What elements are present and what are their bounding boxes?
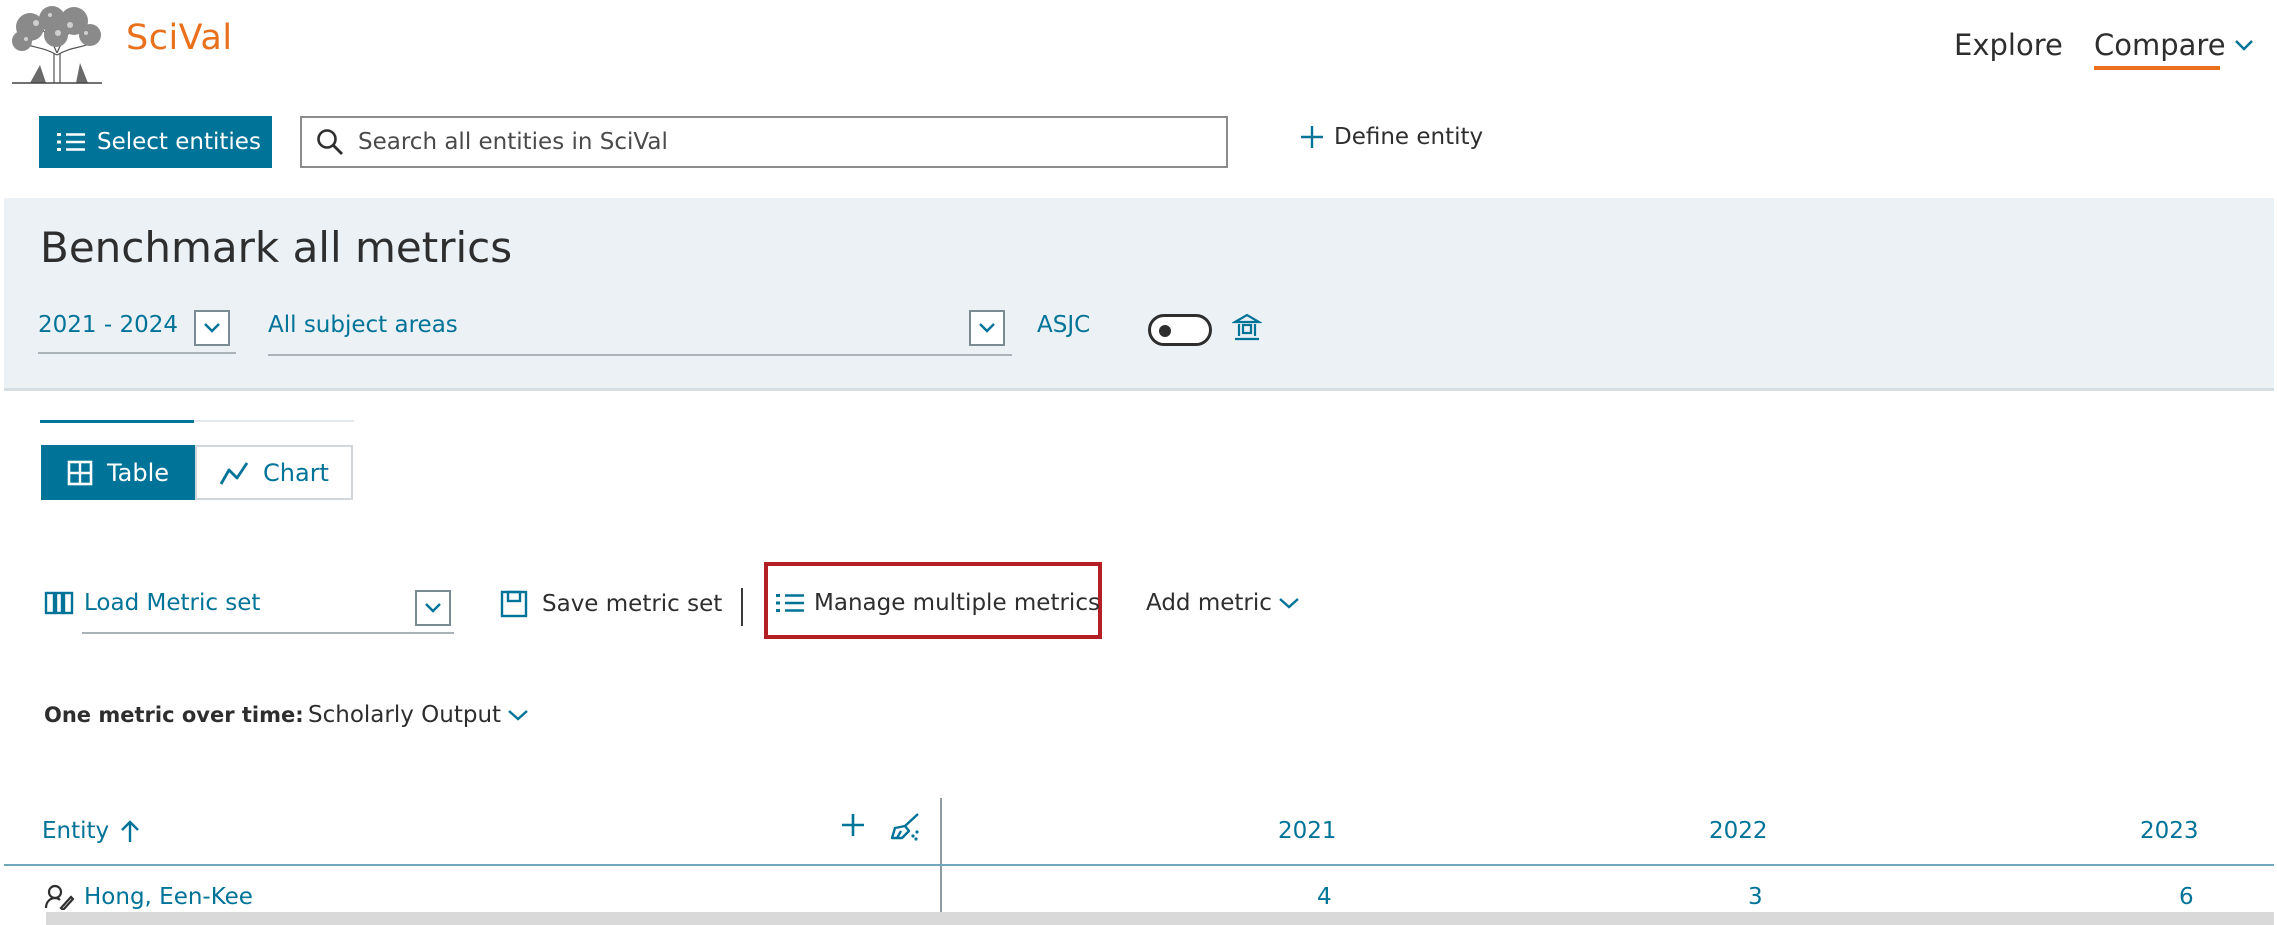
search-input[interactable]: Search all entities in SciVal: [300, 116, 1228, 168]
line-chart-icon: [219, 460, 249, 486]
entity-column-header[interactable]: Entity: [42, 818, 141, 844]
tab-chart[interactable]: Chart: [195, 445, 353, 500]
plus-icon: [1300, 125, 1324, 149]
tab-table-label: Table: [106, 458, 170, 487]
nav-compare[interactable]: Compare: [2094, 28, 2254, 62]
plus-icon: [840, 812, 866, 838]
load-metric-set-label: Load Metric set: [84, 590, 261, 616]
tab-active-indicator: [40, 420, 194, 423]
chevron-down-icon: [2234, 38, 2254, 52]
add-entity-button[interactable]: [840, 812, 866, 838]
entity-name-link[interactable]: Hong, Een-Kee: [84, 884, 253, 910]
sort-ascending-icon: [119, 819, 141, 843]
sciVal-brand[interactable]: SciVal: [126, 18, 233, 58]
year-column-header[interactable]: 2021: [1278, 818, 1337, 844]
subject-area-value[interactable]: All subject areas: [268, 312, 458, 338]
subject-area-underline: [268, 354, 1012, 356]
table-cell-value[interactable]: 4: [1317, 884, 1332, 910]
year-column-header[interactable]: 2022: [1709, 818, 1768, 844]
subject-area-dropdown-button[interactable]: [969, 310, 1005, 346]
horizontal-scrollbar[interactable]: [46, 912, 2274, 925]
broom-icon: [888, 812, 922, 842]
list-icon: [57, 131, 85, 153]
entity-header-label: Entity: [42, 818, 110, 844]
classification-label: ASJC: [1037, 312, 1091, 338]
one-metric-dropdown[interactable]: Scholarly Output: [308, 702, 529, 728]
one-metric-over-time-label: One metric over time:: [44, 703, 304, 727]
tab-chart-label: Chart: [263, 458, 329, 487]
chevron-down-icon: [202, 321, 222, 335]
nav-compare-active-indicator: [2094, 66, 2220, 70]
add-metric-label: Add metric: [1146, 590, 1272, 616]
clear-entities-button[interactable]: [888, 812, 922, 842]
table-row[interactable]: Hong, Een-Kee: [44, 884, 253, 910]
chevron-down-icon: [423, 601, 443, 615]
year-range-value[interactable]: 2021 - 2024: [38, 312, 178, 338]
save-icon: [500, 590, 528, 618]
save-metric-set-label: Save metric set: [542, 591, 723, 617]
load-metric-set-dropdown[interactable]: Load Metric set: [44, 590, 260, 616]
toggle-knob: [1159, 325, 1171, 337]
institution-icon[interactable]: [1232, 312, 1262, 342]
table-cell-value[interactable]: 6: [2179, 884, 2194, 910]
load-metric-set-dropdown-button[interactable]: [415, 590, 451, 626]
tab-table[interactable]: Table: [41, 445, 195, 500]
manage-multiple-metrics-label: Manage multiple metrics: [814, 590, 1100, 616]
nav-compare-label: Compare: [2094, 28, 2226, 62]
chevron-down-icon: [977, 321, 997, 335]
researcher-icon: [44, 884, 74, 910]
save-metric-set-button[interactable]: Save metric set: [500, 590, 722, 618]
year-column-header[interactable]: 2023: [2140, 818, 2199, 844]
year-range-dropdown-button[interactable]: [194, 310, 230, 346]
select-entities-label: Select entities: [97, 129, 261, 155]
add-metric-dropdown[interactable]: Add metric: [1146, 590, 1300, 616]
toolbar-divider: [741, 588, 743, 626]
year-range-underline: [38, 352, 236, 354]
define-entity-label: Define entity: [1334, 124, 1484, 150]
page-title: Benchmark all metrics: [40, 223, 513, 272]
load-metric-set-underline: [82, 632, 454, 634]
elsevier-tree-logo: [10, 5, 104, 85]
table-grid-icon: [67, 460, 93, 486]
nav-explore[interactable]: Explore: [1954, 28, 2063, 62]
one-metric-value: Scholarly Output: [308, 702, 502, 728]
entity-column-divider: [940, 798, 942, 925]
search-placeholder: Search all entities in SciVal: [358, 129, 668, 155]
list-icon: [776, 592, 804, 614]
classification-toggle[interactable]: [1148, 314, 1212, 346]
define-entity-button[interactable]: Define entity: [1300, 124, 1483, 150]
select-entities-button[interactable]: Select entities: [39, 116, 272, 168]
table-cell-value[interactable]: 3: [1748, 884, 1763, 910]
chevron-down-icon: [507, 708, 529, 722]
chevron-down-icon: [1278, 596, 1300, 610]
search-icon: [316, 128, 344, 156]
manage-multiple-metrics-button[interactable]: Manage multiple metrics: [776, 590, 1100, 616]
table-header-line: [4, 864, 2274, 866]
columns-icon: [44, 591, 74, 615]
